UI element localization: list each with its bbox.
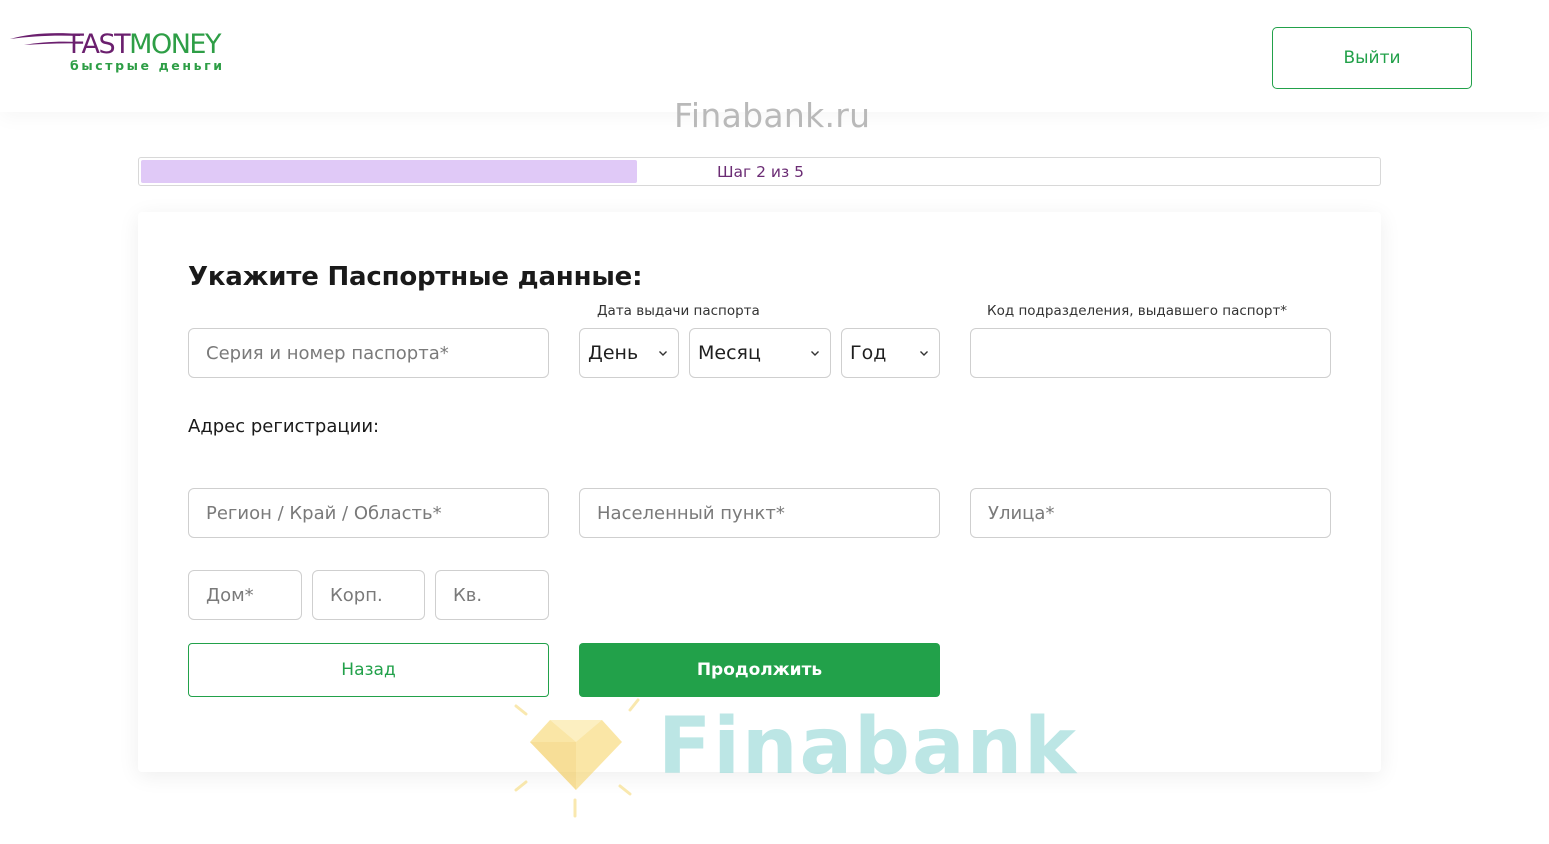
issue-month-select[interactable]: Месяц [689,328,831,378]
issue-day-select[interactable]: День [579,328,679,378]
progress-bar: Шаг 2 из 5 [138,157,1381,186]
logo-fast: FAST [70,29,131,60]
logo-tagline: быстрые деньги [70,58,225,73]
region-placeholder: Регион / Край / Область [206,502,433,524]
issue-date-label: Дата выдачи паспорта [597,303,760,319]
issue-month-value: Месяц [698,342,761,364]
division-code-input[interactable] [970,328,1331,378]
region-required: * [432,502,442,524]
locality-required: * [775,502,785,524]
region-input[interactable]: Регион / Край / Область * [188,488,549,538]
issue-day-value: День [588,342,639,364]
passport-form-card: Укажите Паспортные данные: Серия и номер… [138,212,1381,772]
house-placeholder: Дом [206,584,245,606]
chevron-down-icon [811,351,819,356]
apartment-input[interactable]: Кв. [435,570,549,620]
locality-placeholder: Населенный пункт [597,502,776,524]
back-button[interactable]: Назад [188,643,549,697]
issue-year-value: Год [850,342,887,364]
chevron-down-icon [659,351,667,356]
building-input[interactable]: Корп. [312,570,425,620]
address-section-label: Адрес регистрации: [188,416,380,437]
fastmoney-logo[interactable]: FASTMONEY быстрые деньги [10,28,270,80]
watermark-text: Finabank.ru [674,96,871,135]
passport-number-required: * [439,342,449,364]
logo-money: MONEY [129,29,221,60]
house-required: * [244,584,254,606]
street-placeholder: Улица [988,502,1046,524]
issue-year-select[interactable]: Год [841,328,940,378]
locality-input[interactable]: Населенный пункт * [579,488,940,538]
division-code-label: Код подразделения, выдавшего паспорт* [987,303,1288,319]
logo-wordmark: FASTMONEY [70,29,221,60]
progress-label: Шаг 2 из 5 [716,162,805,181]
chevron-down-icon [920,351,928,356]
house-input[interactable]: Дом * [188,570,302,620]
apartment-placeholder: Кв. [453,584,483,606]
logout-button[interactable]: Выйти [1272,27,1472,89]
street-input[interactable]: Улица * [970,488,1331,538]
street-required: * [1045,502,1055,524]
building-placeholder: Корп. [330,584,383,606]
passport-number-placeholder: Серия и номер паспорта [206,342,440,364]
form-title: Укажите Паспортные данные: [188,262,643,292]
continue-button[interactable]: Продолжить [579,643,940,697]
passport-number-input[interactable]: Серия и номер паспорта * [188,328,549,378]
